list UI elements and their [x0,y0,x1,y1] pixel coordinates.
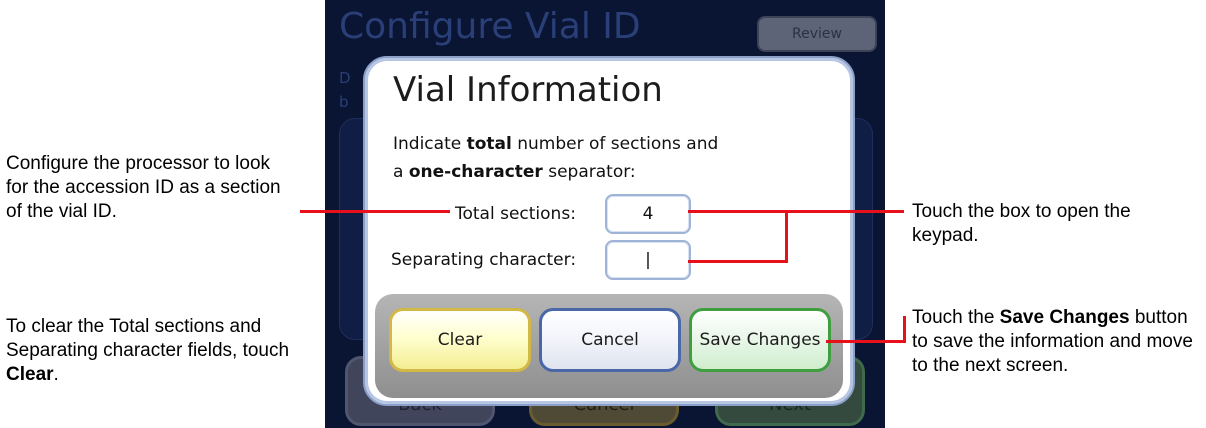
callout-clear-fields: To clear the Total sections and Separati… [6,315,306,387]
callout-clear-emph: Clear [6,364,54,385]
instr-l2-c: separator: [542,162,636,182]
total-sections-label: Total sections: [455,204,576,224]
callout-touch-box: Touch the box to open the keypad. [912,201,1131,246]
connector-save-horizontal [826,340,906,343]
cancel-button[interactable]: Cancel [539,308,681,372]
screen-description-line2: b [339,93,349,111]
dialog-instructions: Indicate total number of sections and a … [393,130,718,186]
connector-total-box [688,210,904,213]
save-changes-button[interactable]: Save Changes [689,308,831,372]
separating-character-label: Separating character: [391,250,577,270]
connector-save-vertical [903,316,906,342]
callout-clear-end: . [53,364,59,385]
instr-l1-b: total [466,134,512,154]
review-button[interactable]: Review [757,16,877,52]
separating-character-field[interactable]: | [605,240,691,280]
callout-configure-processor: Configure the processor to look for the … [6,153,281,222]
connector-vertical [785,210,788,262]
callout-save-text: Touch the [912,307,1000,328]
screen-description-line1: D [339,69,351,87]
instructions-line1: Indicate total number of sections and [393,130,718,158]
instr-l1-c: number of sections and [511,134,719,154]
instr-l2-a: a [393,162,409,182]
dialog-button-tray: Clear Cancel Save Changes [375,294,843,398]
screen-title: Configure Vial ID [339,6,641,47]
clear-button[interactable]: Clear [389,308,531,372]
vial-information-dialog: Vial Information Indicate total number o… [363,56,855,406]
instr-l1-a: Indicate [393,134,467,154]
total-sections-field[interactable]: 4 [605,194,691,234]
callout-clear-text: To clear the Total sections and Separati… [6,316,290,361]
callout-save-changes: Touch the Save Changes button to save th… [912,306,1202,378]
dialog-title: Vial Information [393,70,663,110]
instructions-line2: a one-character separator: [393,158,718,186]
connector-separator-box [688,260,788,263]
screen-description: D b [339,66,351,114]
connector-left [300,210,450,213]
callout-save-emph: Save Changes [999,307,1130,328]
instr-l2-b: one-character [408,162,543,182]
